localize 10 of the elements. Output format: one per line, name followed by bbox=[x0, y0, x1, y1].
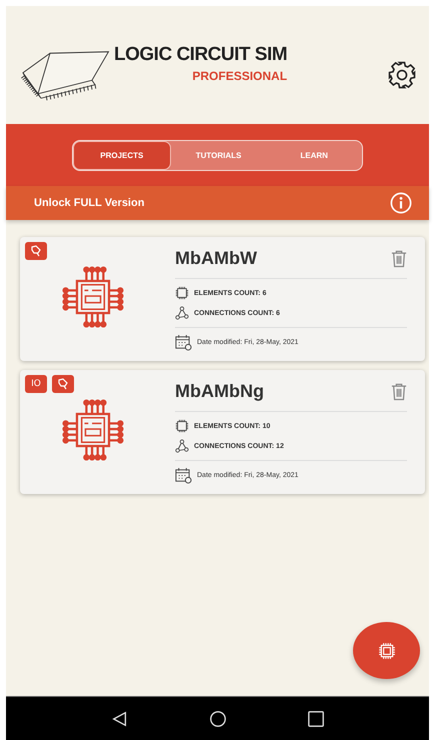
unlock-label: Unlock FULL Version bbox=[34, 197, 144, 209]
app-subtitle: PROFESSIONAL bbox=[192, 68, 288, 82]
tab[interactable]: PROJECTS bbox=[73, 140, 171, 170]
unlock-bar[interactable]: Unlock FULL Version bbox=[6, 186, 429, 220]
app-title: LOGIC CIRCUIT SIM bbox=[114, 44, 288, 66]
project-name: MbAMbNg bbox=[175, 380, 264, 402]
tab[interactable]: LEARN bbox=[266, 140, 362, 170]
io-badge: IO bbox=[25, 375, 47, 393]
project-name: MbAMbW bbox=[175, 248, 257, 268]
tab[interactable]: TUTORIALS bbox=[170, 140, 266, 170]
